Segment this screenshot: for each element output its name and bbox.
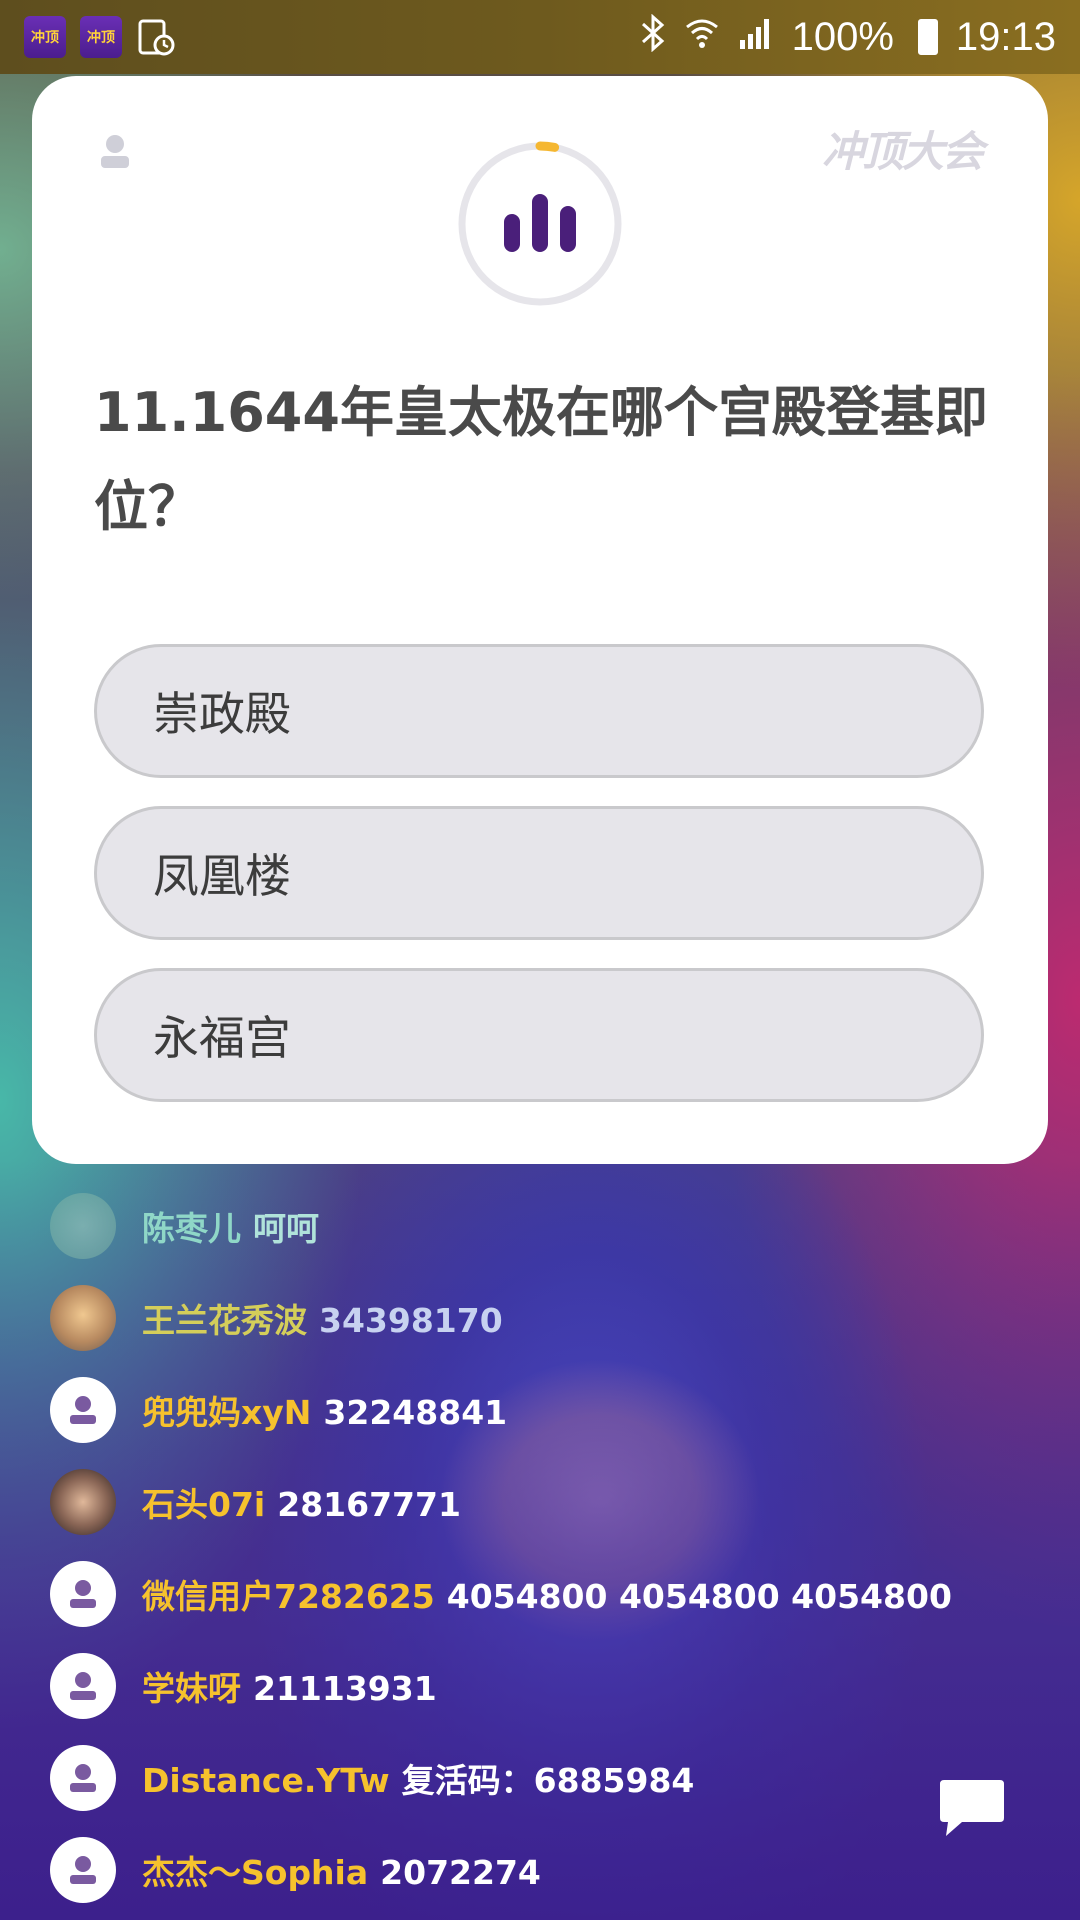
- comment-item: 石头07i 28167771: [50, 1456, 1050, 1548]
- comment-username: 石头07i: [142, 1485, 266, 1524]
- question-text: 11.1644年皇太极在哪个宫殿登基即位？: [94, 381, 988, 538]
- comment-message: 复活码：6885984: [401, 1761, 695, 1800]
- comment-username: 微信用户7282625: [142, 1577, 435, 1616]
- avatar: [50, 1469, 116, 1535]
- app-notification-icon: 冲顶: [24, 16, 66, 58]
- wifi-icon: [684, 15, 720, 60]
- comment-username: Distance.YTw: [142, 1761, 390, 1800]
- default-avatar-icon: [50, 1837, 116, 1903]
- comment-message: 21113931: [253, 1669, 437, 1708]
- comment-item: Distance.YTw 复活码：6885984: [50, 1732, 1050, 1824]
- comment-item: 杰杰～Sophia 2072274: [50, 1824, 1050, 1916]
- avatar: [50, 1285, 116, 1351]
- screen-time-icon: [136, 17, 176, 57]
- answer-options: 崇政殿 凤凰楼 永福宫: [94, 644, 984, 1130]
- comment-message: 34398170: [319, 1301, 503, 1340]
- comment-item: 王兰花秀波 34398170: [50, 1272, 1050, 1364]
- answer-option-3[interactable]: 永福宫: [94, 968, 984, 1102]
- comment-username: 王兰花秀波: [142, 1301, 307, 1340]
- comment-item: 微信用户7282625 4054800 4054800 4054800: [50, 1548, 1050, 1640]
- countdown-timer: [456, 140, 624, 308]
- answer-option-2[interactable]: 凤凰楼: [94, 806, 984, 940]
- question-card: 冲顶大会 11.1644年皇太极在哪个宫殿登基即位？ 崇政殿 凤凰楼 永福宫: [32, 76, 1048, 1164]
- comment-username: 兜兜妈xyN: [142, 1393, 312, 1432]
- comment-message: 2072274: [380, 1853, 541, 1892]
- comment-item: 兜兜妈xyN 32248841: [50, 1364, 1050, 1456]
- comment-item: 学妹呀 21113931: [50, 1640, 1050, 1732]
- comment-username: 杰杰～Sophia: [142, 1853, 369, 1892]
- clock: 19:13: [955, 14, 1056, 59]
- avatar: [50, 1193, 116, 1259]
- battery-percent: 100%: [791, 14, 894, 59]
- comment-item: 陈枣儿 呵呵: [50, 1180, 1050, 1272]
- comment-feed: 陈枣儿 呵呵 王兰花秀波 34398170 兜兜妈xyN 32248841 石头07i…: [50, 1180, 1050, 1916]
- battery-icon: [917, 19, 938, 55]
- app-notification-icon: 冲顶: [80, 16, 122, 58]
- default-avatar-icon: [50, 1377, 116, 1443]
- default-avatar-icon: [50, 1653, 116, 1719]
- comment-message: 呵呵: [253, 1209, 319, 1248]
- comment-message: 4054800 4054800 4054800: [446, 1577, 952, 1616]
- status-bar: 冲顶 冲顶 100% 19:13: [0, 0, 1080, 74]
- brand-logo: 冲顶大会: [822, 128, 984, 175]
- default-avatar-icon: [50, 1745, 116, 1811]
- bluetooth-icon: [640, 13, 666, 61]
- chat-bubble-button[interactable]: [936, 1776, 1008, 1842]
- person-icon[interactable]: [96, 132, 134, 170]
- comment-username: 学妹呀: [142, 1669, 241, 1708]
- answer-option-1[interactable]: 崇政殿: [94, 644, 984, 778]
- comment-message: 28167771: [277, 1485, 461, 1524]
- signal-icon: [738, 16, 774, 59]
- comment-message: 32248841: [323, 1393, 508, 1432]
- comment-username: 陈枣儿: [142, 1209, 241, 1248]
- default-avatar-icon: [50, 1561, 116, 1627]
